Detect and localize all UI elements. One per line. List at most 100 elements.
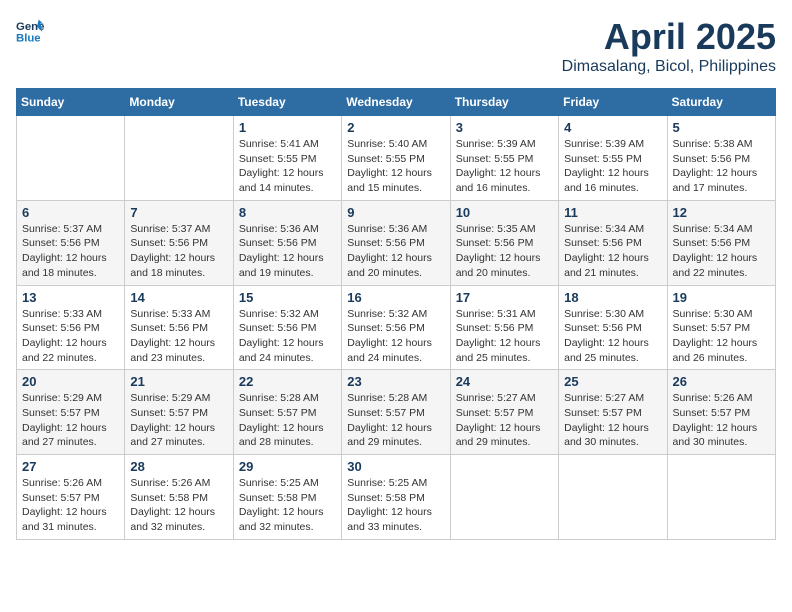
- day-number: 7: [130, 205, 227, 220]
- calendar-day-cell: 21 Sunrise: 5:29 AM Sunset: 5:57 PM Dayli…: [125, 370, 233, 455]
- calendar-body: 1 Sunrise: 5:41 AM Sunset: 5:55 PM Daylig…: [17, 116, 776, 540]
- day-number: 30: [347, 459, 444, 474]
- day-number: 26: [673, 374, 770, 389]
- day-number: 14: [130, 290, 227, 305]
- logo: General Blue: [16, 16, 44, 44]
- day-info: Sunrise: 5:28 AM Sunset: 5:57 PM Dayligh…: [347, 391, 444, 450]
- day-number: 11: [564, 205, 661, 220]
- svg-text:Blue: Blue: [16, 32, 41, 44]
- calendar-day-cell: [450, 455, 558, 540]
- subtitle: Dimasalang, Bicol, Philippines: [562, 58, 776, 76]
- calendar-header-cell: Saturday: [667, 89, 775, 116]
- day-number: 21: [130, 374, 227, 389]
- day-number: 28: [130, 459, 227, 474]
- day-number: 29: [239, 459, 336, 474]
- calendar-day-cell: 26 Sunrise: 5:26 AM Sunset: 5:57 PM Dayli…: [667, 370, 775, 455]
- calendar-week-row: 27 Sunrise: 5:26 AM Sunset: 5:57 PM Dayli…: [17, 455, 776, 540]
- calendar-day-cell: 4 Sunrise: 5:39 AM Sunset: 5:55 PM Daylig…: [559, 116, 667, 201]
- day-info: Sunrise: 5:38 AM Sunset: 5:56 PM Dayligh…: [673, 137, 770, 196]
- day-info: Sunrise: 5:34 AM Sunset: 5:56 PM Dayligh…: [564, 222, 661, 281]
- day-number: 20: [22, 374, 119, 389]
- calendar-day-cell: [125, 116, 233, 201]
- calendar-week-row: 20 Sunrise: 5:29 AM Sunset: 5:57 PM Dayli…: [17, 370, 776, 455]
- day-number: 4: [564, 120, 661, 135]
- day-info: Sunrise: 5:30 AM Sunset: 5:57 PM Dayligh…: [673, 307, 770, 366]
- calendar-day-cell: 8Sunrise: 5:36 AM Sunset: 5:56 PM Daylig…: [233, 200, 341, 285]
- day-info: Sunrise: 5:28 AM Sunset: 5:57 PM Dayligh…: [239, 391, 336, 450]
- calendar-header-cell: Monday: [125, 89, 233, 116]
- title-area: April 2025 Dimasalang, Bicol, Philippine…: [562, 16, 776, 76]
- day-number: 17: [456, 290, 553, 305]
- day-number: 24: [456, 374, 553, 389]
- calendar-header-cell: Wednesday: [342, 89, 450, 116]
- day-info: Sunrise: 5:36 AM Sunset: 5:56 PM Dayligh…: [347, 222, 444, 281]
- calendar-day-cell: 5 Sunrise: 5:38 AM Sunset: 5:56 PM Daylig…: [667, 116, 775, 201]
- day-number: 10: [456, 205, 553, 220]
- day-info: Sunrise: 5:40 AM Sunset: 5:55 PM Dayligh…: [347, 137, 444, 196]
- day-number: 1: [239, 120, 336, 135]
- calendar-day-cell: [667, 455, 775, 540]
- calendar-day-cell: 11 Sunrise: 5:34 AM Sunset: 5:56 PM Dayli…: [559, 200, 667, 285]
- calendar-day-cell: 3 Sunrise: 5:39 AM Sunset: 5:55 PM Daylig…: [450, 116, 558, 201]
- day-info: Sunrise: 5:26 AM Sunset: 5:57 PM Dayligh…: [673, 391, 770, 450]
- day-info: Sunrise: 5:25 AM Sunset: 5:58 PM Dayligh…: [347, 476, 444, 535]
- calendar-day-cell: 30 Sunrise: 5:25 AM Sunset: 5:58 PM Dayli…: [342, 455, 450, 540]
- day-info: Sunrise: 5:32 AM Sunset: 5:56 PM Dayligh…: [239, 307, 336, 366]
- day-number: 8: [239, 205, 336, 220]
- calendar-day-cell: 22 Sunrise: 5:28 AM Sunset: 5:57 PM Dayli…: [233, 370, 341, 455]
- day-number: 27: [22, 459, 119, 474]
- calendar-day-cell: 16Sunrise: 5:32 AM Sunset: 5:56 PM Dayli…: [342, 285, 450, 370]
- calendar-day-cell: 18 Sunrise: 5:30 AM Sunset: 5:56 PM Dayli…: [559, 285, 667, 370]
- calendar-day-cell: [559, 455, 667, 540]
- day-number: 18: [564, 290, 661, 305]
- day-info: Sunrise: 5:39 AM Sunset: 5:55 PM Dayligh…: [564, 137, 661, 196]
- calendar-day-cell: 23 Sunrise: 5:28 AM Sunset: 5:57 PM Dayli…: [342, 370, 450, 455]
- day-info: Sunrise: 5:33 AM Sunset: 5:56 PM Dayligh…: [130, 307, 227, 366]
- calendar-day-cell: 15Sunrise: 5:32 AM Sunset: 5:56 PM Dayli…: [233, 285, 341, 370]
- day-number: 22: [239, 374, 336, 389]
- day-number: 9: [347, 205, 444, 220]
- day-info: Sunrise: 5:25 AM Sunset: 5:58 PM Dayligh…: [239, 476, 336, 535]
- day-info: Sunrise: 5:29 AM Sunset: 5:57 PM Dayligh…: [130, 391, 227, 450]
- calendar-day-cell: 13Sunrise: 5:33 AM Sunset: 5:56 PM Dayli…: [17, 285, 125, 370]
- calendar-header-cell: Tuesday: [233, 89, 341, 116]
- logo-icon: General Blue: [16, 16, 44, 44]
- calendar-day-cell: 17 Sunrise: 5:31 AM Sunset: 5:56 PM Dayli…: [450, 285, 558, 370]
- calendar-header-row: SundayMondayTuesdayWednesdayThursdayFrid…: [17, 89, 776, 116]
- calendar-header-cell: Sunday: [17, 89, 125, 116]
- day-info: Sunrise: 5:31 AM Sunset: 5:56 PM Dayligh…: [456, 307, 553, 366]
- page-header: General Blue April 2025 Dimasalang, Bico…: [16, 16, 776, 76]
- day-number: 5: [673, 120, 770, 135]
- day-info: Sunrise: 5:30 AM Sunset: 5:56 PM Dayligh…: [564, 307, 661, 366]
- main-title: April 2025: [562, 16, 776, 58]
- calendar-day-cell: 10 Sunrise: 5:35 AM Sunset: 5:56 PM Dayli…: [450, 200, 558, 285]
- day-number: 3: [456, 120, 553, 135]
- calendar-header-cell: Friday: [559, 89, 667, 116]
- day-number: 6: [22, 205, 119, 220]
- day-info: Sunrise: 5:34 AM Sunset: 5:56 PM Dayligh…: [673, 222, 770, 281]
- day-info: Sunrise: 5:35 AM Sunset: 5:56 PM Dayligh…: [456, 222, 553, 281]
- day-number: 2: [347, 120, 444, 135]
- calendar-day-cell: 1 Sunrise: 5:41 AM Sunset: 5:55 PM Daylig…: [233, 116, 341, 201]
- day-info: Sunrise: 5:29 AM Sunset: 5:57 PM Dayligh…: [22, 391, 119, 450]
- day-number: 23: [347, 374, 444, 389]
- calendar-day-cell: 2 Sunrise: 5:40 AM Sunset: 5:55 PM Daylig…: [342, 116, 450, 201]
- calendar-day-cell: 7Sunrise: 5:37 AM Sunset: 5:56 PM Daylig…: [125, 200, 233, 285]
- calendar-week-row: 13Sunrise: 5:33 AM Sunset: 5:56 PM Dayli…: [17, 285, 776, 370]
- day-info: Sunrise: 5:39 AM Sunset: 5:55 PM Dayligh…: [456, 137, 553, 196]
- day-number: 25: [564, 374, 661, 389]
- day-info: Sunrise: 5:37 AM Sunset: 5:56 PM Dayligh…: [22, 222, 119, 281]
- calendar-day-cell: 24Sunrise: 5:27 AM Sunset: 5:57 PM Dayli…: [450, 370, 558, 455]
- calendar-day-cell: 27 Sunrise: 5:26 AM Sunset: 5:57 PM Dayli…: [17, 455, 125, 540]
- day-number: 12: [673, 205, 770, 220]
- calendar-day-cell: 6 Sunrise: 5:37 AM Sunset: 5:56 PM Daylig…: [17, 200, 125, 285]
- day-info: Sunrise: 5:27 AM Sunset: 5:57 PM Dayligh…: [564, 391, 661, 450]
- day-info: Sunrise: 5:32 AM Sunset: 5:56 PM Dayligh…: [347, 307, 444, 366]
- calendar-day-cell: 20 Sunrise: 5:29 AM Sunset: 5:57 PM Dayli…: [17, 370, 125, 455]
- calendar-day-cell: 28Sunrise: 5:26 AM Sunset: 5:58 PM Dayli…: [125, 455, 233, 540]
- day-info: Sunrise: 5:33 AM Sunset: 5:56 PM Dayligh…: [22, 307, 119, 366]
- day-info: Sunrise: 5:26 AM Sunset: 5:57 PM Dayligh…: [22, 476, 119, 535]
- day-info: Sunrise: 5:41 AM Sunset: 5:55 PM Dayligh…: [239, 137, 336, 196]
- calendar-week-row: 6 Sunrise: 5:37 AM Sunset: 5:56 PM Daylig…: [17, 200, 776, 285]
- calendar-day-cell: 29 Sunrise: 5:25 AM Sunset: 5:58 PM Dayli…: [233, 455, 341, 540]
